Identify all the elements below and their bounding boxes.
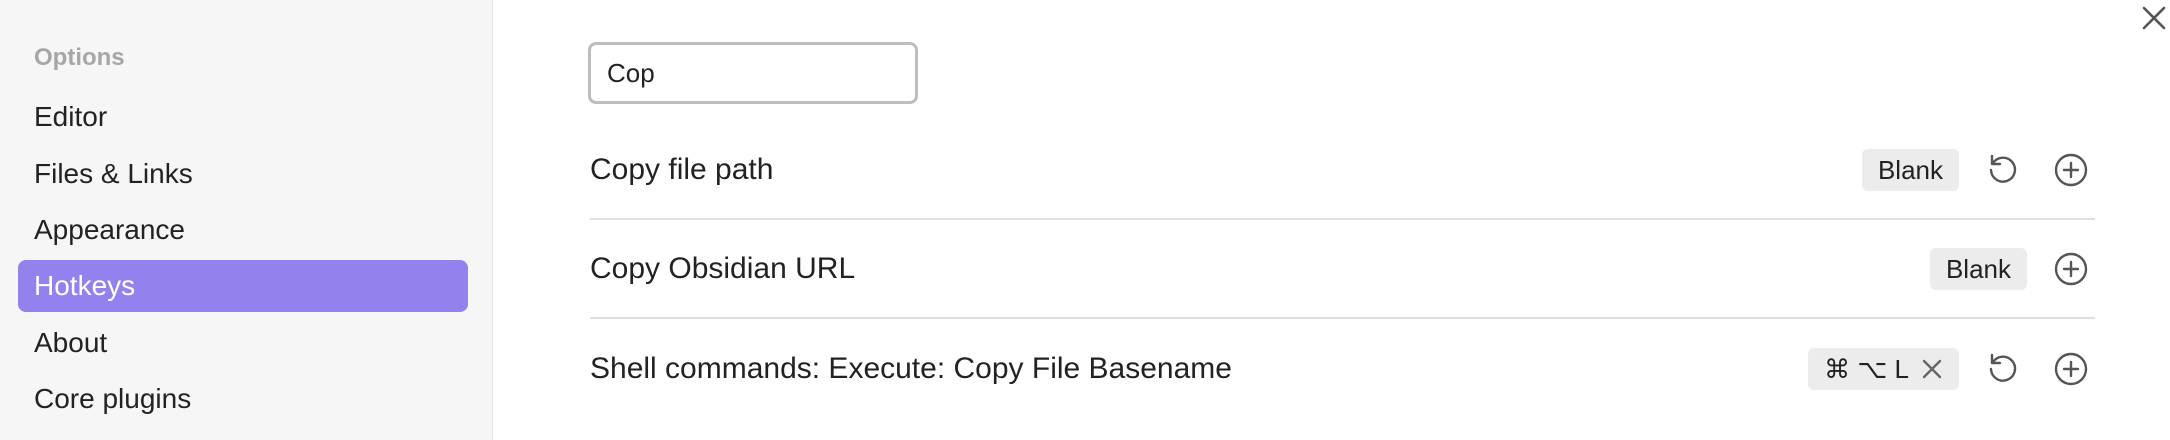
reset-hotkey-button[interactable] [1979,146,2027,194]
hotkey-value: Blank [1945,253,2011,284]
sidebar-item-label: About [34,327,108,358]
hotkey-search-input[interactable] [588,42,918,104]
hotkey-value: ⌘ ⌥ L [1824,353,1909,384]
hotkey-row: Shell commands: Execute: Copy File Basen… [590,320,2095,418]
sidebar-item-about[interactable]: About [18,317,468,369]
sidebar-item-files-links[interactable]: Files & Links [18,148,468,200]
sidebar-item-label: Core plugins [34,383,192,414]
plus-circle-icon [2054,153,2088,187]
reset-icon [1989,154,2017,183]
add-hotkey-button[interactable] [2047,245,2095,293]
sidebar-item-label: Hotkeys [34,270,136,301]
plus-circle-icon [2054,352,2088,386]
sidebar-item-label: Files & Links [34,158,193,189]
sidebar-item-hotkeys[interactable]: Hotkeys [18,260,468,312]
command-label: Copy file path [590,153,774,186]
hotkey-controls: Blank [1929,221,2095,317]
hotkey-value: Blank [1877,154,1943,185]
hotkey-row: Copy Obsidian URL Blank [590,221,2095,319]
sidebar-heading: Options [34,44,125,71]
sidebar-item-label: Editor [34,101,108,132]
settings-window: Options Editor Files & Links Appearance … [0,0,2170,440]
hotkey-chip[interactable]: Blank [1861,149,1959,191]
close-icon [2142,6,2166,30]
plus-circle-icon [2054,252,2088,286]
add-hotkey-button[interactable] [2047,345,2095,393]
hotkey-chip[interactable]: ⌘ ⌥ L [1808,348,1959,390]
close-button[interactable] [2138,2,2170,34]
add-hotkey-button[interactable] [2047,146,2095,194]
reset-icon [1989,353,2017,382]
sidebar-item-core-plugins[interactable]: Core plugins [18,373,468,425]
hotkey-controls: Blank [1861,122,2095,218]
remove-hotkey-button[interactable] [1921,358,1943,380]
sidebar-item-appearance[interactable]: Appearance [18,204,468,256]
command-label: Shell commands: Execute: Copy File Basen… [590,352,1232,385]
command-label: Copy Obsidian URL [590,252,856,285]
reset-hotkey-button[interactable] [1979,345,2027,393]
x-icon [1922,359,1942,379]
sidebar-item-editor[interactable]: Editor [18,91,468,143]
settings-sidebar: Options Editor Files & Links Appearance … [0,0,493,440]
hotkey-controls: ⌘ ⌥ L [1808,320,2095,418]
sidebar-item-label: Appearance [34,214,186,245]
hotkey-chip[interactable]: Blank [1929,248,2027,290]
hotkey-row: Copy file path Blank [590,122,2095,220]
